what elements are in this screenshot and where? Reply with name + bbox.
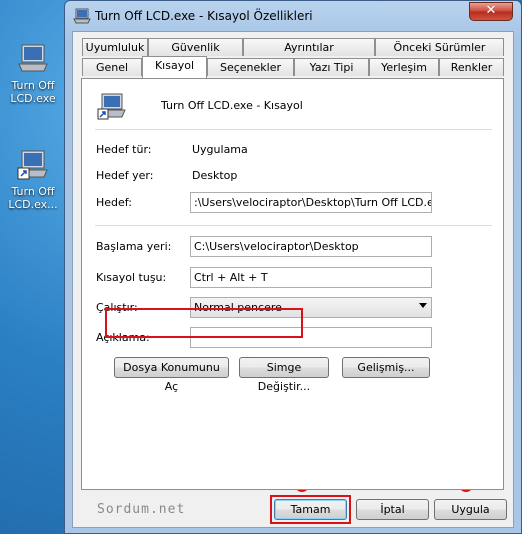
apply-button[interactable]: Uygula	[434, 499, 507, 520]
tab-label: Güvenlik	[171, 41, 220, 54]
title-bar[interactable]: Turn Off LCD.exe - Kısayol Özellikleri ✕	[65, 1, 521, 31]
properties-window: Turn Off LCD.exe - Kısayol Özellikleri ✕…	[64, 0, 522, 534]
desktop-icon-label: Turn Off LCD.ex...	[8, 185, 58, 211]
target-type-value: Uygulama	[192, 143, 248, 156]
comment-input[interactable]	[190, 327, 432, 348]
laptop-shortcut-icon	[17, 150, 48, 180]
tab-label: Uyumluluk	[85, 41, 145, 54]
laptop-icon	[18, 44, 48, 72]
desktop-icon-label: Turn Off LCD.exe	[10, 79, 56, 105]
comment-label: Açıklama:	[96, 331, 150, 344]
advanced-button[interactable]: Gelişmiş...	[342, 357, 430, 378]
ok-button[interactable]: Tamam	[274, 499, 347, 520]
tab-label: Ayrıntılar	[284, 41, 334, 54]
window-title: Turn Off LCD.exe - Kısayol Özellikleri	[95, 9, 313, 23]
tab-secenekler[interactable]: Seçenekler	[207, 58, 294, 76]
target-location-value: Desktop	[192, 169, 238, 182]
start-in-label: Başlama yeri:	[96, 240, 172, 253]
tab-label: Genel	[95, 61, 129, 74]
watermark: Sordum.net	[97, 502, 186, 517]
run-dropdown-value: Normal pencere	[194, 301, 282, 314]
close-icon: ✕	[485, 3, 497, 18]
separator	[95, 129, 492, 130]
tab-renkler[interactable]: Renkler	[439, 58, 504, 76]
target-type-label: Hedef tür:	[96, 143, 152, 156]
run-label: Çalıştır:	[96, 301, 138, 314]
tab-label: Kısayol	[154, 59, 195, 72]
shortcut-key-label: Kısayol tuşu:	[96, 271, 167, 284]
shortcut-key-input[interactable]: Ctrl + Alt + T	[190, 267, 432, 288]
tab-yerlesim[interactable]: Yerleşim	[369, 58, 439, 76]
tab-uyumluluk[interactable]: Uyumluluk	[82, 38, 148, 56]
desktop-icon-turn-off-lcd-shortcut[interactable]: Turn Off LCD.ex...	[2, 148, 64, 211]
tab-guvenlik[interactable]: Güvenlik	[148, 38, 243, 56]
tab-label: Yazı Tipi	[309, 61, 354, 74]
tab-onceki-surumler[interactable]: Önceki Sürümler	[375, 38, 504, 56]
start-in-input[interactable]: C:\Users\velociraptor\Desktop	[190, 236, 432, 257]
tab-genel[interactable]: Genel	[82, 58, 142, 76]
tab-kisayol[interactable]: Kısayol	[142, 56, 207, 78]
tab-ayrintilar[interactable]: Ayrıntılar	[243, 38, 375, 56]
target-input[interactable]: :\Users\velociraptor\Desktop\Turn Off LC…	[190, 192, 432, 213]
target-label: Hedef:	[96, 196, 132, 209]
change-icon-button[interactable]: Simge Değiştir...	[239, 357, 329, 393]
target-location-label: Hedef yer:	[96, 169, 154, 182]
shortcut-laptop-icon	[97, 93, 126, 120]
shortcut-name: Turn Off LCD.exe - Kısayol	[161, 99, 303, 112]
separator	[95, 225, 492, 226]
tab-label: Yerleşim	[381, 61, 427, 74]
desktop-icon-turn-off-lcd[interactable]: Turn Off LCD.exe	[2, 42, 64, 105]
dialog-client: Uyumluluk Güvenlik Ayrıntılar Önceki Sür…	[72, 31, 514, 528]
run-dropdown[interactable]: Normal pencere	[190, 297, 432, 318]
tab-label: Önceki Sürümler	[393, 41, 486, 54]
tab-label: Seçenekler	[219, 61, 282, 74]
chevron-down-icon	[419, 303, 427, 308]
shortcut-tab-panel: Turn Off LCD.exe - Kısayol Hedef tür: Uy…	[81, 78, 504, 490]
open-file-location-button[interactable]: Dosya Konumunu Aç	[114, 357, 229, 393]
laptop-icon	[73, 8, 91, 24]
tab-yazi-tipi[interactable]: Yazı Tipi	[294, 58, 369, 76]
cancel-button[interactable]: İptal	[356, 499, 429, 520]
tab-label: Renkler	[450, 61, 493, 74]
close-button[interactable]: ✕	[469, 2, 513, 21]
